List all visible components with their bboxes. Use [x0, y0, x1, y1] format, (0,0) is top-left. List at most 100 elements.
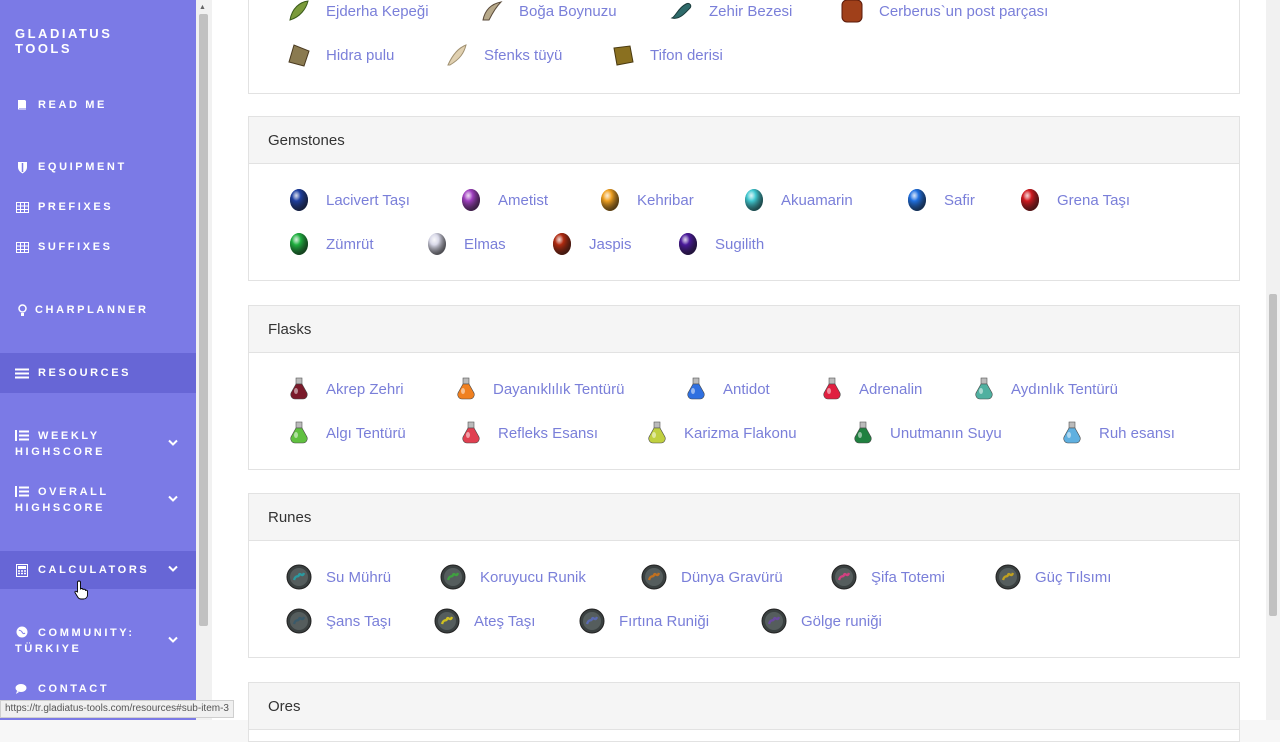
resource-item[interactable]: Tifon derisi: [610, 42, 723, 68]
nav-read-me[interactable]: READ ME: [0, 96, 196, 114]
fur-piece-icon: [839, 0, 865, 24]
resource-item[interactable]: Boğa Boynuzu: [479, 0, 617, 24]
ores-card: Ores: [248, 682, 1240, 742]
resource-item[interactable]: Zehir Bezesi: [669, 0, 792, 24]
resource-name: Akrep Zehri: [326, 380, 404, 398]
flask-item[interactable]: Adrenalin: [819, 376, 922, 402]
gem-item[interactable]: Lacivert Taşı: [286, 187, 410, 213]
gem-item[interactable]: Kehribar: [597, 187, 694, 213]
nav-charplanner[interactable]: CHARPLANNER: [0, 301, 196, 319]
resource-item[interactable]: Sfenks tüyü: [444, 42, 562, 68]
resource-name: Antidot: [723, 380, 770, 398]
gem-item[interactable]: Sugilith: [675, 231, 764, 257]
nav-resources[interactable]: RESOURCES: [0, 353, 196, 393]
gem-item[interactable]: Grena Taşı: [1017, 187, 1130, 213]
lightbulb-icon: [15, 303, 29, 317]
resource-name: Sugilith: [715, 235, 765, 253]
nav-overall-highscore[interactable]: OVERALL HIGHSCORE: [0, 482, 196, 518]
resource-name: Gölge runiği: [801, 612, 882, 630]
rune-icon: [761, 608, 787, 634]
gem-icon: [286, 231, 312, 257]
flask-item[interactable]: Refleks Esansı: [458, 420, 598, 446]
rune-item[interactable]: Su Mührü: [286, 564, 391, 590]
list-icon: [15, 366, 29, 380]
nav-label: EQUIPMENT: [38, 161, 127, 173]
rune-item[interactable]: Ateş Taşı: [434, 608, 535, 634]
resource-item[interactable]: Cerberus`un post parçası: [839, 0, 1048, 24]
card-title: Gemstones: [249, 117, 1239, 164]
gem-item[interactable]: Safir: [904, 187, 975, 213]
page-scroll-thumb[interactable]: [1269, 294, 1277, 616]
rune-item[interactable]: Dünya Gravürü: [641, 564, 783, 590]
nav-label: COMMUNITY: TÜRKIYE: [15, 627, 135, 655]
resource-name: Dayanıklılık Tentürü: [493, 380, 625, 398]
flask-item[interactable]: Algı Tentürü: [286, 420, 406, 446]
card-title: Runes: [249, 494, 1239, 541]
resource-name: Fırtına Runiği: [619, 612, 710, 630]
flask-icon: [971, 376, 997, 402]
chevron-down-icon: [168, 439, 178, 450]
nav-contact[interactable]: CONTACT: [0, 680, 196, 698]
resource-name: Safir: [944, 191, 975, 209]
rune-item[interactable]: Gölge runiği: [761, 608, 882, 634]
rune-item[interactable]: Şans Taşı: [286, 608, 392, 634]
resource-name: Elmas: [464, 235, 506, 253]
nav-label: READ ME: [38, 99, 107, 111]
resource-name: Ejderha Kepeği: [326, 2, 429, 20]
shield-icon: [15, 160, 29, 174]
nav-community[interactable]: COMMUNITY: TÜRKIYE: [0, 623, 196, 659]
flask-item[interactable]: Karizma Flakonu: [644, 420, 797, 446]
gem-item[interactable]: Elmas: [424, 231, 506, 257]
gem-item[interactable]: Akuamarin: [741, 187, 853, 213]
brand-title[interactable]: GLADIATUS TOOLS: [15, 26, 165, 56]
flask-item[interactable]: Dayanıklılık Tentürü: [453, 376, 624, 402]
gem-item[interactable]: Zümrüt: [286, 231, 374, 257]
flask-icon: [644, 420, 670, 446]
resource-name: Algı Tentürü: [326, 424, 406, 442]
resource-name: Koruyucu Runik: [480, 568, 586, 586]
nav-label: OVERALL HIGHSCORE: [15, 486, 109, 514]
card-title: Ores: [249, 683, 1239, 730]
flask-item[interactable]: Unutmanın Suyu: [850, 420, 1002, 446]
flask-item[interactable]: Aydınlık Tentürü: [971, 376, 1118, 402]
link-status-bar: https://tr.gladiatus-tools.com/resources…: [0, 700, 234, 718]
nav-prefixes[interactable]: PREFIXES: [0, 198, 196, 216]
sidebar-scroll-thumb[interactable]: [199, 14, 208, 626]
resource-name: Boğa Boynuzu: [519, 2, 617, 20]
gem-icon: [424, 231, 450, 257]
hide-icon: [610, 42, 636, 68]
sidebar-scrollbar[interactable]: ▲: [196, 0, 212, 720]
gem-icon: [904, 187, 930, 213]
gem-icon: [1017, 187, 1043, 213]
gem-icon: [286, 187, 312, 213]
nav-suffixes[interactable]: SUFFIXES: [0, 238, 196, 256]
hand-cursor-icon: [74, 580, 88, 600]
rune-icon: [579, 608, 605, 634]
resource-name: Adrenalin: [859, 380, 923, 398]
flask-item[interactable]: Akrep Zehri: [286, 376, 404, 402]
sidebar: GLADIATUS TOOLS READ ME EQUIPMENT PREFIX…: [0, 0, 196, 720]
gem-item[interactable]: Ametist: [458, 187, 548, 213]
rune-item[interactable]: Koruyucu Runik: [440, 564, 586, 590]
nav-calculators[interactable]: CALCULATORS: [0, 551, 196, 589]
resource-name: Jaspis: [589, 235, 632, 253]
nav-weekly-highscore[interactable]: WEEKLY HIGHSCORE: [0, 426, 196, 462]
resource-item[interactable]: Hidra pulu: [286, 42, 394, 68]
resource-name: Zehir Bezesi: [709, 2, 793, 20]
rune-item[interactable]: Güç Tılsımı: [995, 564, 1111, 590]
rune-item[interactable]: Fırtına Runiği: [579, 608, 709, 634]
nav-equipment[interactable]: EQUIPMENT: [0, 158, 196, 176]
rune-icon: [286, 564, 312, 590]
page-scrollbar[interactable]: [1266, 0, 1280, 720]
resource-name: Karizma Flakonu: [684, 424, 797, 442]
poison-gland-icon: [669, 0, 695, 24]
flask-item[interactable]: Antidot: [683, 376, 770, 402]
gem-item[interactable]: Jaspis: [549, 231, 632, 257]
rune-item[interactable]: Şifa Totemi: [831, 564, 945, 590]
resource-item[interactable]: Ejderha Kepeği: [286, 0, 429, 24]
flask-item[interactable]: Ruh esansı: [1059, 420, 1175, 446]
resource-name: Akuamarin: [781, 191, 853, 209]
gem-icon: [458, 187, 484, 213]
resource-name: Aydınlık Tentürü: [1011, 380, 1119, 398]
scroll-up-arrow-icon[interactable]: ▲: [199, 4, 206, 11]
